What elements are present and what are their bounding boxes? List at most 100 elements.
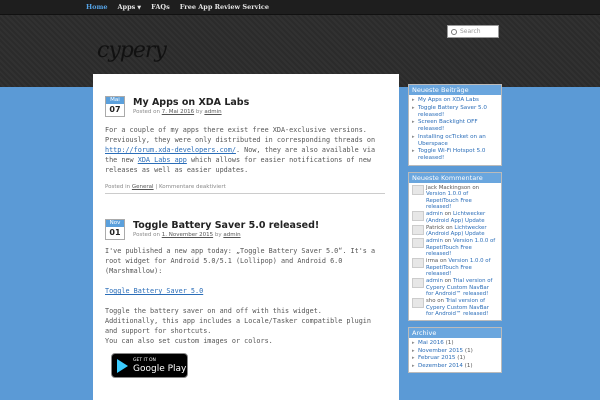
play-store-icon [117,358,128,373]
badge-big-text: Google Play [133,363,187,374]
archive-link[interactable]: Dezember 2014 [418,363,463,369]
avatar [412,258,424,268]
post-title[interactable]: Toggle Battery Saver 5.0 released! [133,220,319,231]
widget-title: Neueste Kommentare [409,172,501,183]
comment-on: on [472,184,480,191]
search-placeholder: Search [460,28,481,35]
post-author-link[interactable]: admin [223,232,240,238]
comment-item: admin on Version 1.0.0 of RepetiTouch Fr… [412,238,498,258]
recent-post-link[interactable]: Toggle Wi-Fi Hotspot 5.0 released! [412,148,498,162]
comment-on: on [444,211,452,217]
archive-item: November 2015 (1) [412,348,498,355]
nav-apps-label: Apps [117,3,136,11]
recent-post-link[interactable]: My Apps on XDA Labs [412,97,498,104]
avatar [412,238,424,248]
post-date-link[interactable]: 1. November 2015 [162,232,213,238]
post-paragraph: You can also set custom images or colors… [105,337,273,345]
footer-prefix: Posted in [105,184,131,190]
archive-link[interactable]: Februar 2015 [418,355,456,361]
comment-author: irma [426,258,439,264]
comment-post-link[interactable]: Version 1.0.0 of RepetiTouch Free releas… [426,191,472,210]
comment-post-link[interactable]: Trial version of Cypery Custom NavBar fo… [426,298,489,317]
nav-review-service[interactable]: Free App Review Service [180,3,269,11]
comment-author[interactable]: admin [426,278,443,284]
nav-home[interactable]: Home [86,3,108,11]
comment-item: irma on Version 1.0.0 of RepetiTouch Fre… [412,258,498,278]
google-play-badge[interactable]: GET IT ON Google Play [111,353,188,378]
meta-by: by [214,232,222,238]
app-link[interactable]: Toggle Battery Saver 5.0 [105,287,203,295]
archive-widget: Archive Mai 2016 (1) November 2015 (1) F… [408,327,502,373]
badge-text: GET IT ON Google Play [133,358,186,374]
nav-faqs[interactable]: FAQs [151,3,170,11]
comment-on: on [444,238,452,244]
archive-count: (1) [464,362,473,369]
post-paragraph: Toggle the battery saver on and off with… [105,307,322,315]
site-logo[interactable]: cypery [97,38,167,63]
comment-on: on [444,278,452,284]
archive-link[interactable]: Mai 2016 [418,340,444,346]
comment-item: Patrick on Lichtwecker (Android App) Upd… [412,224,498,238]
post-text: For a couple of my apps there exist free… [105,126,376,144]
avatar [412,224,424,235]
archive-link[interactable]: November 2015 [418,348,463,354]
post-meta: Posted on 7. Mai 2016 by admin [133,109,222,115]
comment-on: on [445,224,453,231]
search-input[interactable]: Search [447,25,499,38]
post-day: 07 [109,105,121,114]
post-paragraph: Additionally, this app includes a Locale… [105,317,371,335]
avatar [412,298,424,308]
post-paragraph: I've published a new app today: „Toggle … [105,247,376,275]
top-navigation-bar: Home Apps ▼ FAQs Free App Review Service [0,0,600,15]
comment-item: admin on Trial version of Cypery Custom … [412,278,498,298]
archive-count: (1) [457,355,466,361]
comment-author: Jack Mackingson [426,184,471,191]
main-menu: Home Apps ▼ FAQs Free App Review Service [86,3,269,11]
recent-post-link[interactable]: Toggle Battery Saver 5.0 released! [412,105,498,119]
meta-prefix: Posted on [133,232,160,238]
comment-item: sho on Trial version of Cypery Custom Na… [412,298,498,318]
chevron-down-icon: ▼ [137,5,142,11]
comments-status: Kommentare deaktiviert [158,184,226,190]
recent-post-link[interactable]: Installing ocTicket on an Uberspace [412,134,498,148]
sidebar: Neueste Beiträge My Apps on XDA Labs Tog… [408,84,502,379]
comment-author: sho [426,298,436,304]
post-month: Nov [106,220,124,227]
post-author-link[interactable]: admin [204,109,221,115]
widget-title: Neueste Beiträge [409,85,501,95]
avatar [412,184,424,195]
post-date-badge: Nov 01 [105,219,125,240]
post-day: 01 [109,228,121,237]
comment-author[interactable]: admin [426,211,443,217]
nav-apps[interactable]: Apps ▼ [118,3,142,11]
comment-item: admin on Lichtwecker (Android App) Updat… [412,211,498,224]
post-body: For a couple of my apps there exist free… [105,125,385,175]
post-title[interactable]: My Apps on XDA Labs [133,97,249,108]
archive-item: Mai 2016 (1) [412,340,498,347]
post-footer: Posted in General | Kommentare deaktivie… [105,184,385,194]
recent-comments-widget: Neueste Kommentare Jack Mackingson on Ve… [408,171,502,321]
comment-on: on [439,258,447,264]
comment-item: Jack Mackingson on Version 1.0.0 of Repe… [412,184,498,211]
recent-posts-widget: Neueste Beiträge My Apps on XDA Labs Tog… [408,84,502,166]
xda-labs-link[interactable]: XDA Labs app [138,156,187,164]
comment-author[interactable]: admin [426,238,443,244]
main-content: Mai 07 My Apps on XDA Labs Posted on 7. … [93,74,399,400]
forum-link[interactable]: http://forum.xda-developers.com/ [105,146,236,154]
post-date-link[interactable]: 7. Mai 2016 [162,109,194,115]
archive-item: Dezember 2014 (1) [412,363,498,370]
search-icon [451,28,457,35]
recent-post-link[interactable]: Screen Backlight OFF released! [412,119,498,133]
widget-title: Archive [409,328,501,338]
meta-by: by [195,109,203,115]
footer-separator: | [155,184,158,190]
post-meta: Posted on 1. November 2015 by admin [133,232,241,238]
archive-count: (1) [445,340,454,346]
post-month: Mai [106,97,124,104]
archive-count: (1) [464,347,473,354]
comment-on: on [437,298,444,304]
avatar [412,278,424,288]
category-link[interactable]: General [132,184,154,190]
archive-item: Februar 2015 (1) [412,355,498,362]
comment-author: Patrick [426,224,445,231]
